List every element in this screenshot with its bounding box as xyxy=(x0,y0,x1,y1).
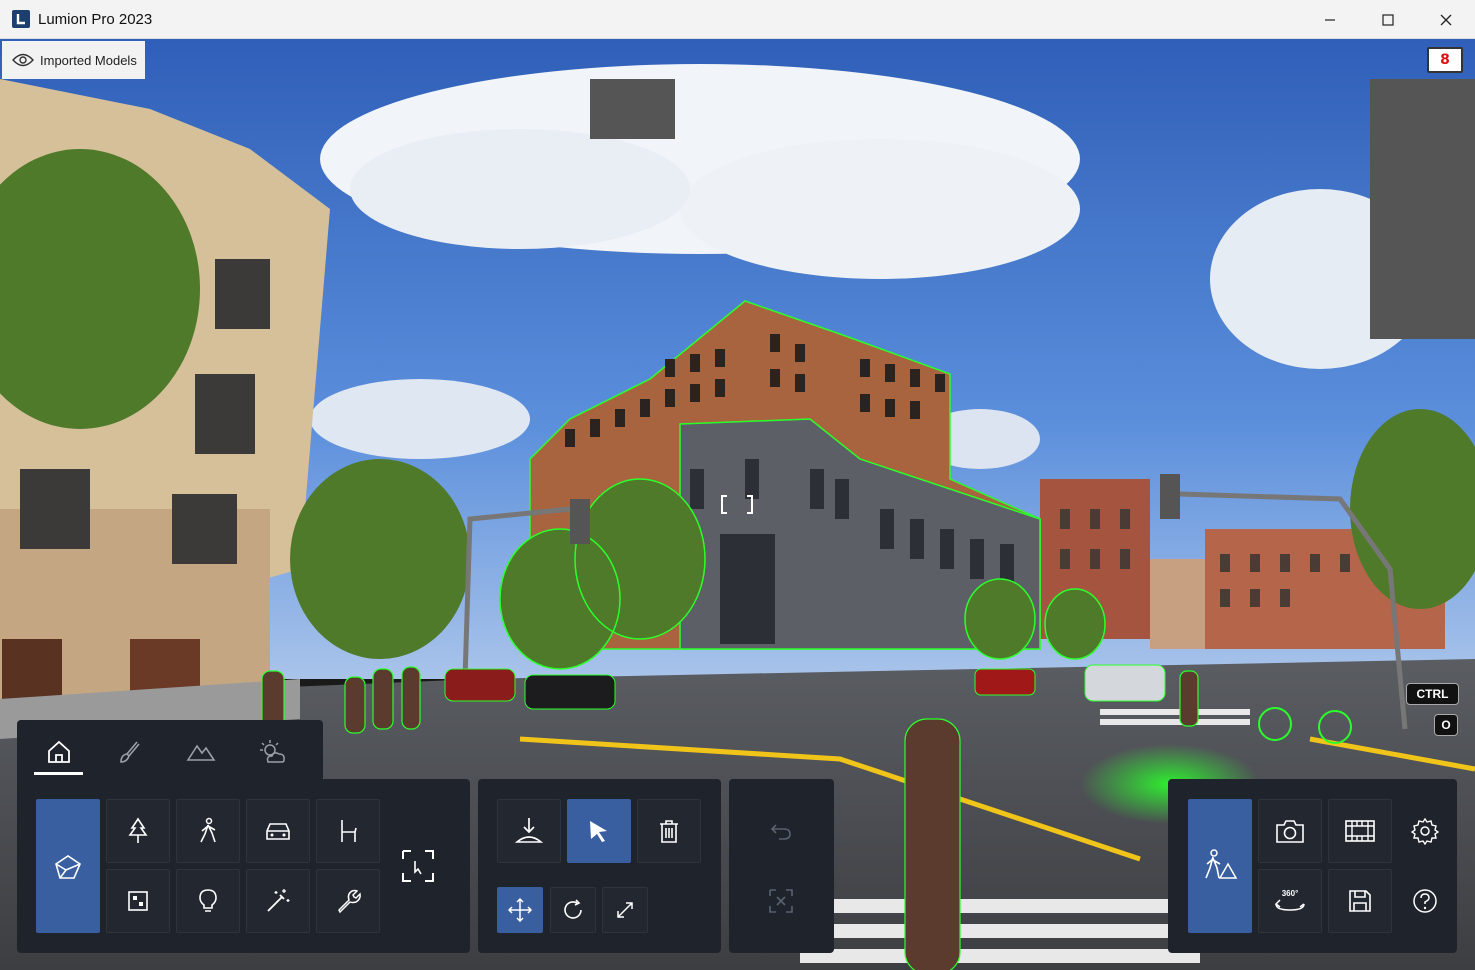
car-icon xyxy=(266,823,290,840)
box-dot-icon xyxy=(128,891,148,911)
minimize-button[interactable] xyxy=(1301,0,1359,39)
wrench-icon xyxy=(338,889,361,914)
deselect-icon xyxy=(769,889,793,913)
tab-weather[interactable] xyxy=(248,732,298,772)
settings-button[interactable] xyxy=(1393,799,1457,863)
person-icon xyxy=(200,817,216,843)
panorama-mode-button[interactable]: 360° xyxy=(1258,869,1322,933)
undo-icon xyxy=(770,824,791,840)
lightbulb-icon xyxy=(199,889,217,912)
select-area-icon xyxy=(402,850,434,882)
magic-wand-icon xyxy=(267,889,290,912)
history-panel xyxy=(729,779,834,953)
rotate-object-button[interactable] xyxy=(550,887,596,933)
delete-object-button[interactable] xyxy=(637,799,701,863)
imported-models-label: Imported Models xyxy=(40,52,137,68)
o-key-hint: O xyxy=(1434,714,1458,736)
select-arrow-icon xyxy=(590,821,607,842)
scale-object-button[interactable] xyxy=(602,887,648,933)
select-object-button[interactable] xyxy=(567,799,631,863)
object-library-panel xyxy=(17,779,470,953)
mountain-icon xyxy=(186,744,216,761)
scale-icon xyxy=(617,902,633,918)
build-mode-button[interactable] xyxy=(1188,799,1252,933)
effects-button[interactable] xyxy=(106,869,170,933)
sun-cloud-icon xyxy=(260,740,285,763)
imported-models-toggle[interactable]: Imported Models xyxy=(2,41,145,79)
svg-text:360°: 360° xyxy=(1282,889,1299,898)
lumion-window: Lumion Pro 2023 Imported Models 8 CTRL O… xyxy=(0,0,1475,970)
home-icon xyxy=(48,740,70,763)
tree-icon xyxy=(128,817,148,843)
save-button[interactable] xyxy=(1328,869,1392,933)
transport-button[interactable] xyxy=(246,799,310,863)
rotate-icon xyxy=(564,899,582,919)
special-objects-button[interactable] xyxy=(246,869,310,933)
deselect-button[interactable] xyxy=(749,869,813,933)
people-button[interactable] xyxy=(176,799,240,863)
counter-badge: 8 xyxy=(1427,47,1463,73)
maximize-button[interactable] xyxy=(1359,0,1417,39)
build-mode-icon xyxy=(1205,849,1238,879)
lights-button[interactable] xyxy=(176,869,240,933)
brush-icon xyxy=(120,741,140,763)
place-object-button[interactable] xyxy=(497,799,561,863)
window-title: Lumion Pro 2023 xyxy=(38,10,153,28)
photo-mode-button[interactable] xyxy=(1258,799,1322,863)
nature-button[interactable] xyxy=(106,799,170,863)
tab-landscape[interactable] xyxy=(176,732,226,772)
import-model-icon xyxy=(55,855,81,879)
mode-tabs xyxy=(17,720,323,780)
output-modes-panel: 360° xyxy=(1168,779,1457,953)
select-area-button[interactable] xyxy=(386,799,450,933)
utilities-button[interactable] xyxy=(316,869,380,933)
tab-home[interactable] xyxy=(34,732,84,772)
help-button[interactable] xyxy=(1393,869,1457,933)
panorama-360-icon: 360° xyxy=(1274,889,1305,911)
chair-icon xyxy=(341,820,357,842)
place-icon xyxy=(514,818,544,843)
photo-icon xyxy=(1276,820,1304,843)
movie-icon xyxy=(1345,820,1375,842)
eye-icon xyxy=(12,53,34,67)
ctrl-key-hint: CTRL xyxy=(1406,683,1459,705)
title-bar: Lumion Pro 2023 xyxy=(0,0,1475,39)
undo-button[interactable] xyxy=(749,799,813,863)
trash-icon xyxy=(660,820,678,843)
tab-materials[interactable] xyxy=(104,732,154,772)
move-icon xyxy=(507,897,533,923)
settings-icon xyxy=(1411,817,1439,845)
active-tab-indicator xyxy=(34,772,83,775)
save-icon xyxy=(1349,890,1371,912)
movie-mode-button[interactable] xyxy=(1328,799,1392,863)
import-model-button[interactable] xyxy=(36,799,100,933)
close-button[interactable] xyxy=(1417,0,1475,39)
edit-tools-panel xyxy=(478,779,721,953)
move-object-button[interactable] xyxy=(497,887,543,933)
indoor-button[interactable] xyxy=(316,799,380,863)
lumion-logo-icon xyxy=(12,10,30,28)
help-icon xyxy=(1413,889,1437,913)
